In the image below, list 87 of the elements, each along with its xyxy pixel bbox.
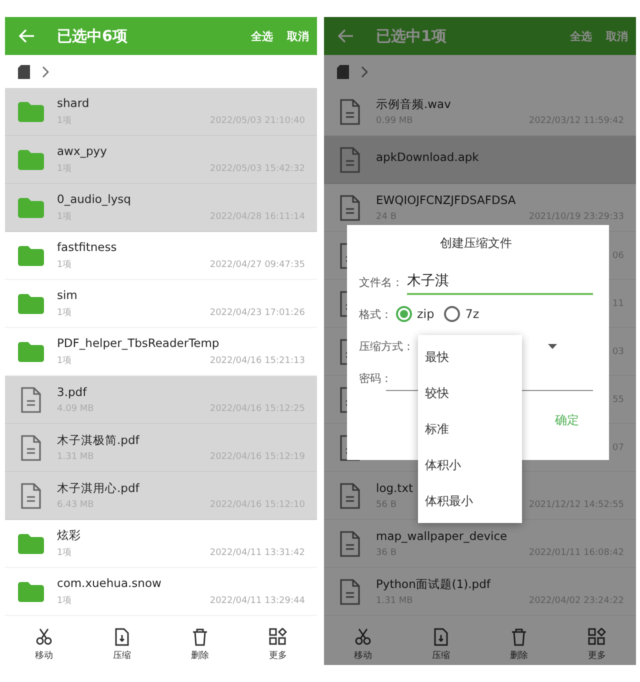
file-name: shard — [57, 96, 90, 112]
document-icon — [340, 98, 360, 124]
file-name: 0_audio_lysq — [57, 192, 131, 208]
menu-item[interactable]: 体积小 — [418, 447, 522, 483]
file-row[interactable]: fastfitness 1项 2022/04/27 09:47:35 — [5, 232, 317, 280]
field-label: 压缩方式： — [359, 338, 414, 354]
file-info: 1项 — [57, 259, 72, 272]
back-icon[interactable] — [19, 29, 35, 43]
menu-item[interactable]: 较快 — [418, 375, 522, 411]
file-name: 示例音频.wav — [376, 97, 451, 113]
file-name: 木子淇极简.pdf — [57, 433, 140, 449]
file-row[interactable]: 炫彩 1项 2022/04/11 13:31:42 — [5, 520, 317, 568]
file-name: com.xuehua.snow — [57, 576, 162, 592]
document-icon — [21, 386, 41, 412]
modified-time: 2022/04/23 17:01:26 — [210, 308, 305, 318]
document-icon — [340, 530, 360, 556]
folder-icon — [18, 342, 44, 362]
document-icon — [340, 146, 360, 172]
document-icon — [340, 482, 360, 508]
file-name: 炫彩 — [57, 528, 81, 544]
folder-icon — [18, 102, 44, 122]
trash-icon — [510, 628, 528, 646]
file-name: 3.pdf — [57, 385, 87, 401]
field-label: 格式： — [359, 306, 392, 322]
more-icon — [269, 628, 287, 646]
folder-icon — [18, 246, 44, 266]
file-name: sim — [57, 288, 78, 304]
format-radio[interactable]: 7z — [444, 306, 480, 322]
dialog-title: 创建压缩文件 — [439, 235, 513, 252]
action-button[interactable]: 压缩 — [424, 628, 458, 662]
folder-icon — [18, 198, 44, 218]
file-info: 1项 — [57, 355, 72, 368]
modified-time: 2022/04/27 09:47:35 — [210, 260, 305, 270]
file-name: awx_pyy — [57, 144, 107, 160]
folder-icon — [18, 294, 44, 314]
document-icon — [21, 482, 41, 508]
field-label: 密码： — [359, 370, 392, 386]
document-icon — [340, 194, 360, 220]
action-button[interactable]: 更多 — [261, 628, 295, 662]
chevron-icon[interactable] — [361, 66, 369, 78]
folder-icon — [18, 150, 44, 170]
file-name: Python面试题(1).pdf — [376, 577, 490, 593]
archive-icon — [432, 628, 450, 646]
file-name: map_wallpaper_device — [376, 529, 508, 545]
file-info: 1项 — [57, 307, 72, 320]
folder-icon — [18, 582, 44, 602]
action-button[interactable]: 移动 — [27, 628, 61, 662]
back-icon[interactable] — [338, 29, 354, 43]
file-row[interactable]: sim 1项 2022/04/23 17:01:26 — [5, 280, 317, 328]
archive-icon — [113, 628, 131, 646]
file-info: 1项 — [57, 595, 72, 608]
scissors-icon — [35, 628, 53, 646]
field-label: 文件名： — [359, 274, 403, 290]
modified-time: 2022/04/16 15:21:13 — [210, 356, 305, 366]
action-button[interactable]: 压缩 — [105, 628, 139, 662]
menu-item[interactable]: 体积最小 — [418, 483, 522, 519]
modified-time: 2022/04/11 13:29:44 — [210, 596, 305, 606]
screen-title: 已选中6项 — [57, 26, 128, 46]
format-radio[interactable]: zip — [396, 306, 434, 322]
dropdown-caret-icon[interactable] — [548, 344, 557, 348]
chevron-icon[interactable] — [42, 66, 50, 78]
file-name: fastfitness — [57, 240, 117, 256]
menu-item[interactable]: 标准 — [418, 411, 522, 447]
file-name: apkDownload.apk — [376, 150, 479, 166]
file-name: 木子淇用心.pdf — [57, 481, 140, 497]
folder-icon — [18, 534, 44, 554]
document-icon — [340, 578, 360, 604]
modified-time: 2022/04/11 13:31:42 — [210, 548, 305, 558]
file-info: 1项 — [57, 547, 72, 560]
filename-field[interactable]: 木子淇 — [407, 269, 593, 295]
action-button[interactable]: 删除 — [183, 628, 217, 662]
document-icon — [21, 434, 41, 460]
file-row[interactable]: com.xuehua.snow 1项 2022/04/11 13:29:44 — [5, 568, 317, 616]
screen-title: 已选中1项 — [376, 26, 448, 46]
sd-card-icon — [18, 64, 30, 78]
action-button[interactable]: 删除 — [502, 628, 536, 662]
action-button[interactable]: 更多 — [580, 628, 614, 662]
menu-item[interactable]: 最快 — [418, 339, 522, 375]
action-button[interactable]: 移动 — [346, 628, 380, 662]
sd-card-icon — [337, 64, 349, 78]
file-row[interactable]: apkDownload.apk — [324, 136, 636, 184]
trash-icon — [191, 628, 209, 646]
file-name: EWQIOJFCNZJFDSAFDSA — [376, 193, 516, 209]
file-name: log.txt — [376, 481, 414, 497]
file-name: PDF_helper_TbsReaderTemp — [57, 336, 220, 352]
scissors-icon — [354, 628, 372, 646]
more-icon — [588, 628, 606, 646]
